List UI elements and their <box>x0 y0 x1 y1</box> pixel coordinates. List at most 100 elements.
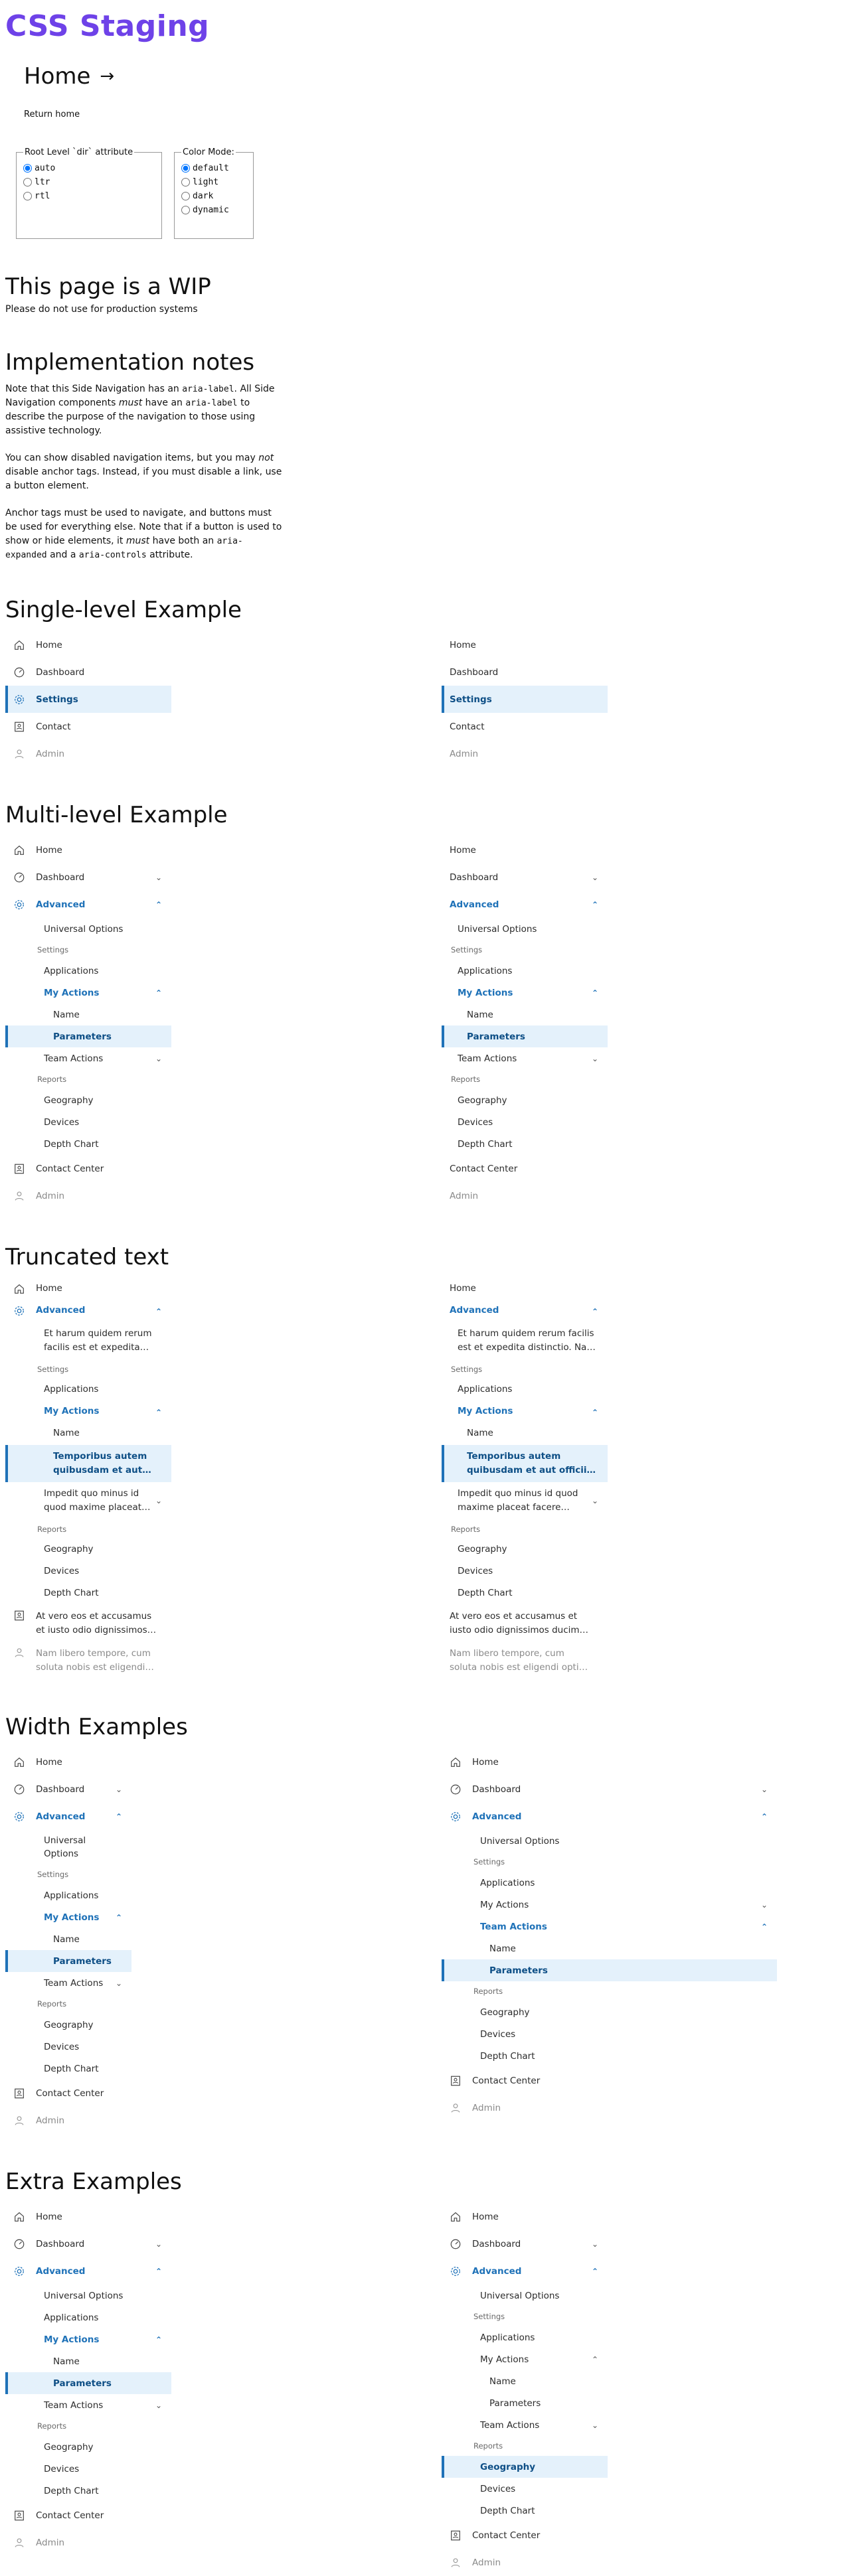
nav-item-parameters[interactable]: Temporibus autem quibusdam et aut offici… <box>5 1445 171 1482</box>
nav-item-name[interactable]: Name <box>442 1937 777 1959</box>
nav-item-depth-chart[interactable]: Depth Chart <box>442 1583 608 1605</box>
dir-option-ltr[interactable]: ltr <box>23 175 155 189</box>
nav-item-name[interactable]: Name <box>5 2350 171 2372</box>
nav-item-dashboard[interactable]: Dashboard <box>5 658 171 686</box>
nav-item-parameters[interactable]: Parameters <box>5 1025 171 1047</box>
nav-item-my-actions[interactable]: My Actions ⌃ <box>5 1401 171 1423</box>
nav-item-contact[interactable]: Contact <box>442 713 608 740</box>
nav-item-parameters[interactable]: Parameters <box>442 1959 777 1981</box>
nav-item-name[interactable]: Name <box>5 1004 171 1025</box>
nav-item-applications[interactable]: Applications <box>5 960 171 982</box>
nav-item-impedit[interactable]: Impedit quo minus id quod maxime placeat… <box>442 1482 608 1519</box>
nav-item-depth-chart[interactable]: Depth Chart <box>5 2058 131 2080</box>
nav-item-geography[interactable]: Geography <box>442 1089 608 1111</box>
nav-item-contact-center[interactable]: At vero eos et accusamus et iusto odio d… <box>5 1605 171 1642</box>
nav-item-contact-center[interactable]: Contact Center <box>442 1155 608 1182</box>
nav-item-advanced[interactable]: Advanced ⌃ <box>5 2257 171 2285</box>
nav-item-universal-options[interactable]: Universal Options <box>442 2285 608 2307</box>
nav-item-my-actions[interactable]: My Actions ⌃ <box>5 2328 171 2350</box>
nav-item-home[interactable]: Home <box>5 1748 131 1776</box>
nav-item-home[interactable]: Home <box>442 631 608 658</box>
nav-item-my-actions[interactable]: My Actions ⌃ <box>5 1906 131 1928</box>
nav-item-advanced[interactable]: Advanced ⌃ <box>442 1300 608 1322</box>
nav-item-devices[interactable]: Devices <box>442 1561 608 1583</box>
nav-item-my-actions[interactable]: My Actions ⌃ <box>442 982 608 1004</box>
nav-item-name[interactable]: Name <box>442 2370 608 2392</box>
nav-item-home[interactable]: Home <box>5 2203 171 2230</box>
nav-item-dashboard[interactable]: Dashboard ⌄ <box>5 1776 131 1803</box>
nav-item-universal-options[interactable]: Universal Options <box>442 1830 777 1852</box>
home-link[interactable]: Home → <box>24 63 114 90</box>
nav-item-depth-chart[interactable]: Depth Chart <box>442 1133 608 1155</box>
nav-item-universal-options[interactable]: Universal Options <box>5 1830 131 1864</box>
nav-item-team-actions[interactable]: Team Actions ⌄ <box>442 2414 608 2436</box>
nav-item-name[interactable]: Name <box>442 1004 608 1025</box>
nav-item-universal-options[interactable]: Universal Options <box>5 2285 171 2307</box>
nav-item-contact-center[interactable]: Contact Center <box>442 2067 777 2094</box>
return-home-link[interactable]: Return home <box>24 110 850 119</box>
mode-radio-dynamic[interactable] <box>181 206 190 214</box>
nav-item-dashboard[interactable]: Dashboard ⌄ <box>5 2230 171 2257</box>
nav-item-contact-center[interactable]: Contact Center <box>5 1155 171 1182</box>
nav-item-depth-chart[interactable]: Depth Chart <box>5 1583 171 1605</box>
dir-radio-rtl[interactable] <box>23 192 32 200</box>
nav-item-applications[interactable]: Applications <box>5 2307 171 2328</box>
nav-item-advanced[interactable]: Advanced ⌃ <box>5 1803 131 1830</box>
nav-item-geography[interactable]: Geography <box>5 2436 171 2458</box>
nav-item-contact-center[interactable]: At vero eos et accusamus et iusto odio d… <box>442 1605 608 1642</box>
nav-item-depth-chart[interactable]: Depth Chart <box>5 2480 171 2502</box>
nav-item-dashboard[interactable]: Dashboard ⌄ <box>442 2230 608 2257</box>
site-title[interactable]: CSS Staging <box>5 9 850 43</box>
dir-radio-auto[interactable] <box>23 164 32 173</box>
nav-item-advanced-child[interactable]: Et harum quidem rerum facilis est et exp… <box>5 1322 171 1359</box>
nav-item-home[interactable]: Home <box>442 1748 777 1776</box>
nav-item-applications[interactable]: Applications <box>442 2326 608 2348</box>
nav-item-my-actions[interactable]: My Actions ⌃ <box>442 1401 608 1423</box>
nav-item-advanced[interactable]: Advanced ⌃ <box>442 891 608 918</box>
nav-item-devices[interactable]: Devices <box>442 1111 608 1133</box>
nav-item-team-actions[interactable]: Team Actions ⌄ <box>442 1047 608 1069</box>
nav-item-geography[interactable]: Geography <box>442 2001 777 2023</box>
nav-item-home[interactable]: Home <box>5 836 171 864</box>
nav-item-parameters[interactable]: Parameters <box>442 2392 608 2414</box>
nav-item-geography[interactable]: Geography <box>5 2014 131 2036</box>
nav-item-home[interactable]: Home <box>5 631 171 658</box>
dir-option-auto[interactable]: auto <box>23 161 155 175</box>
dir-radio-ltr[interactable] <box>23 178 32 187</box>
nav-item-devices[interactable]: Devices <box>442 2478 608 2500</box>
nav-item-home[interactable]: Home <box>442 836 608 864</box>
nav-item-universal-options[interactable]: Universal Options <box>442 918 608 940</box>
nav-item-advanced[interactable]: Advanced ⌃ <box>5 891 171 918</box>
mode-radio-default[interactable] <box>181 164 190 173</box>
nav-item-devices[interactable]: Devices <box>5 1111 171 1133</box>
nav-item-geography[interactable]: Geography <box>5 1539 171 1561</box>
nav-item-advanced-child[interactable]: Et harum quidem rerum facilis est et exp… <box>442 1322 608 1359</box>
nav-item-advanced[interactable]: Advanced ⌃ <box>442 2257 608 2285</box>
nav-item-advanced[interactable]: Advanced ⌃ <box>5 1300 171 1322</box>
nav-item-contact-center[interactable]: Contact Center <box>5 2080 131 2107</box>
nav-item-team-actions[interactable]: Team Actions ⌄ <box>5 1972 131 1994</box>
nav-item-name[interactable]: Name <box>5 1928 131 1950</box>
nav-item-applications[interactable]: Applications <box>442 1872 777 1894</box>
nav-item-my-actions[interactable]: My Actions ⌄ <box>442 1894 777 1916</box>
nav-item-dashboard[interactable]: Dashboard ⌄ <box>442 864 608 891</box>
nav-item-impedit[interactable]: Impedit quo minus id quod maxime placeat… <box>5 1482 171 1519</box>
mode-option-light[interactable]: light <box>181 175 246 189</box>
nav-item-parameters[interactable]: Parameters <box>5 1950 131 1972</box>
nav-item-depth-chart[interactable]: Depth Chart <box>442 2045 777 2067</box>
nav-item-advanced[interactable]: Advanced ⌃ <box>442 1803 777 1830</box>
mode-option-default[interactable]: default <box>181 161 246 175</box>
mode-option-dark[interactable]: dark <box>181 189 246 203</box>
nav-item-contact-center[interactable]: Contact Center <box>5 2502 171 2529</box>
nav-item-dashboard[interactable]: Dashboard ⌄ <box>442 1776 777 1803</box>
nav-item-universal-options[interactable]: Universal Options <box>5 918 171 940</box>
nav-item-depth-chart[interactable]: Depth Chart <box>442 2500 608 2522</box>
nav-item-home[interactable]: Home <box>442 2203 608 2230</box>
nav-item-team-actions[interactable]: Team Actions ⌃ <box>442 1916 777 1937</box>
nav-item-home[interactable]: Home <box>5 1278 171 1300</box>
nav-item-settings[interactable]: Settings <box>5 686 171 713</box>
nav-item-depth-chart[interactable]: Depth Chart <box>5 1133 171 1155</box>
nav-item-geography[interactable]: Geography <box>5 1089 171 1111</box>
nav-item-devices[interactable]: Devices <box>5 2458 171 2480</box>
nav-item-parameters[interactable]: Temporibus autem quibusdam et aut offici… <box>442 1445 608 1482</box>
